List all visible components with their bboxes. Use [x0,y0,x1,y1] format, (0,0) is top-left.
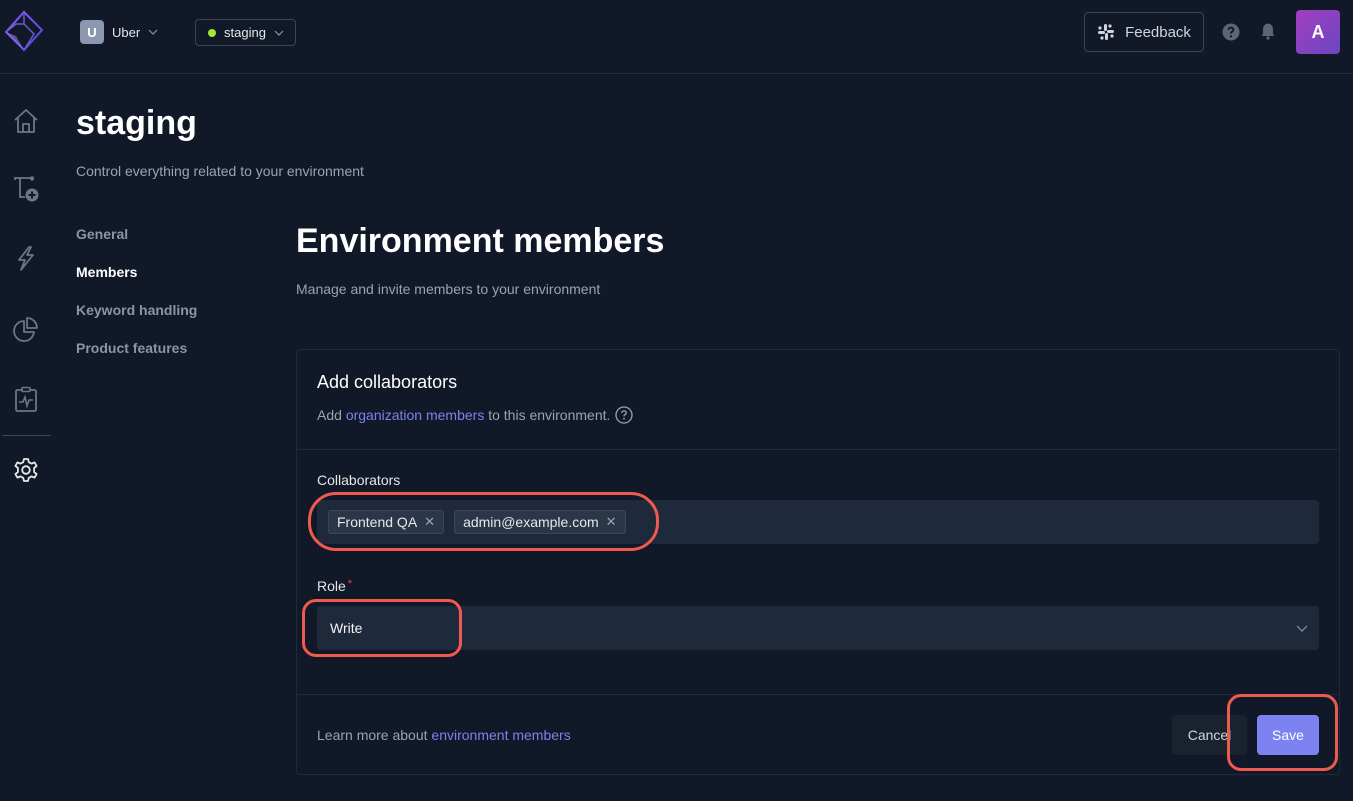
org-switcher[interactable]: U Uber [80,20,158,44]
footer-prefix: Learn more about [317,727,428,743]
role-label: Role * [317,578,352,594]
slack-icon [1098,24,1115,40]
help-icon[interactable] [1222,23,1240,41]
feedback-button[interactable]: Feedback [1084,12,1204,52]
role-select[interactable]: Write [317,606,1319,650]
collaborators-label: Collaborators [317,472,401,488]
section-title: Environment members [296,222,665,260]
page-subtitle: Control everything related to your envir… [76,163,364,179]
clipboard-pulse-icon[interactable] [12,385,40,413]
action-buttons: Cancel Save [1172,715,1319,755]
card-footer: Learn more about environment members Can… [297,695,1339,775]
question-circle-icon[interactable] [615,406,634,424]
env-status-dot [208,28,216,37]
nav-divider [2,435,51,436]
card-description: Add organization members to this environ… [317,406,1319,424]
footer-text: Learn more about environment members [317,727,571,743]
card-body: Collaborators Frontend QA ✕ admin@exampl… [297,450,1339,695]
section-subtitle: Manage and invite members to your enviro… [296,281,601,297]
required-mark: * [347,578,353,590]
save-button[interactable]: Save [1257,715,1319,755]
role-label-text: Role [317,578,346,594]
settings-subnav: General Members Keyword handling Product… [76,225,197,377]
remove-chip-icon[interactable]: ✕ [606,514,617,530]
lightning-icon[interactable] [12,244,40,272]
flow-add-icon[interactable] [12,175,40,203]
subnav-item-members[interactable]: Members [76,263,197,301]
chevron-down-icon [274,30,284,36]
add-collaborators-card: Add collaborators Add organization membe… [296,349,1340,775]
cancel-button[interactable]: Cancel [1172,715,1247,755]
chip-label: admin@example.com [463,514,599,530]
org-name: Uber [112,24,141,40]
org-avatar: U [80,20,104,44]
chip-label: Frontend QA [337,514,418,530]
top-bar: U Uber staging Feedback A [0,0,1353,74]
card-title: Add collaborators [317,372,458,392]
role-value: Write [330,620,363,636]
collaborators-input[interactable]: Frontend QA ✕ admin@example.com ✕ [317,500,1319,544]
feedback-label: Feedback [1125,23,1191,41]
desc-prefix: Add [317,407,342,423]
user-avatar[interactable]: A [1296,10,1340,54]
pie-chart-icon[interactable] [12,315,40,343]
env-name: staging [224,25,266,40]
chevron-down-icon [148,29,158,35]
collaborator-chip: admin@example.com ✕ [454,510,626,534]
subnav-item-keyword-handling[interactable]: Keyword handling [76,301,197,339]
collaborator-chip: Frontend QA ✕ [328,510,445,534]
gear-icon[interactable] [12,456,40,484]
subnav-item-general[interactable]: General [76,225,197,263]
bell-icon[interactable] [1259,22,1277,40]
subnav-item-product-features[interactable]: Product features [76,339,197,377]
side-nav [0,75,52,801]
environment-members-link[interactable]: environment members [431,727,570,743]
environment-switcher[interactable]: staging [195,19,296,46]
remove-chip-icon[interactable]: ✕ [424,514,435,530]
card-header: Add collaborators Add organization membe… [297,350,1339,450]
app-logo-icon[interactable] [4,10,44,54]
page-title: staging [76,104,197,142]
home-icon[interactable] [12,107,40,135]
chevron-down-icon [1296,625,1308,632]
organization-members-link[interactable]: organization members [346,407,485,423]
desc-suffix: to this environment. [488,407,611,423]
